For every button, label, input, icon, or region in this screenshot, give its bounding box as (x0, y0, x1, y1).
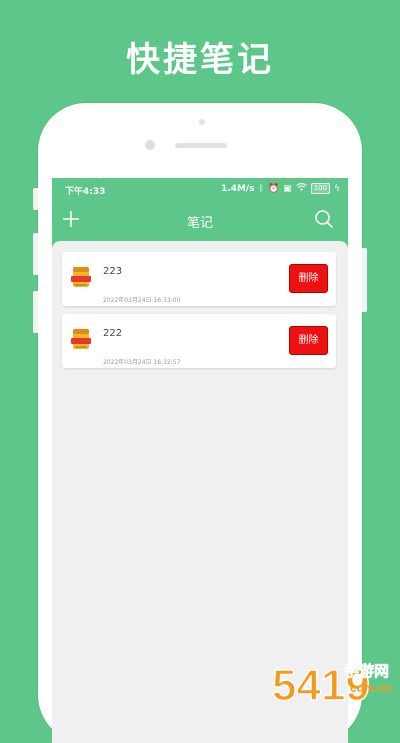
phone-power-button (362, 248, 367, 312)
search-icon[interactable] (314, 209, 334, 229)
note-date: 2022年03月24日 16:32:57 (103, 359, 181, 366)
page-title: 笔记 (186, 216, 213, 231)
status-indicators: 1.4M/s ᛒ ⏰ ▣ 100 ϟ (221, 182, 340, 194)
bluetooth-icon: ᛒ (258, 183, 264, 194)
note-title: 222 (103, 328, 123, 339)
phone-volume-down (33, 291, 38, 333)
status-bar: 下午4:33 1.4M/s ᛒ ⏰ ▣ 100 ϟ (52, 178, 348, 200)
watermark-text: 手游网 (344, 662, 389, 680)
site-watermark: 5419 手游网 com.cn (271, 660, 392, 710)
sim-icon: ▣ (283, 183, 292, 194)
promo-headline: 快捷笔记 (126, 40, 274, 80)
app-bar: 笔记 (52, 200, 348, 240)
status-time: 下午4:33 (65, 187, 106, 197)
phone-speaker (175, 143, 227, 148)
delete-button[interactable]: 删除 (289, 264, 328, 293)
phone-frame: 下午4:33 1.4M/s ᛒ ⏰ ▣ 100 ϟ 笔记 223 2022年03… (33, 103, 367, 743)
network-speed: 1.4M/s (221, 183, 255, 194)
phone-sensor (199, 119, 205, 125)
note-date: 2022年03月24日 16:33:00 (103, 297, 181, 304)
list-item[interactable]: 223 2022年03月24日 16:33:00 删除 (62, 252, 336, 306)
phone-volume-up (33, 233, 38, 275)
watermark-domain: com.cn (350, 681, 392, 695)
notebook-icon (71, 267, 91, 287)
battery-icon: 100 (310, 183, 331, 194)
delete-button[interactable]: 删除 (289, 326, 328, 355)
wifi-icon (295, 182, 307, 194)
notebook-icon (71, 329, 91, 349)
list-item[interactable]: 222 2022年03月24日 16:32:57 删除 (62, 314, 336, 368)
charging-icon: ϟ (334, 183, 340, 194)
phone-mute-switch (33, 188, 38, 210)
alarm-icon: ⏰ (267, 183, 280, 194)
note-title: 223 (103, 266, 123, 277)
phone-camera (145, 140, 155, 150)
